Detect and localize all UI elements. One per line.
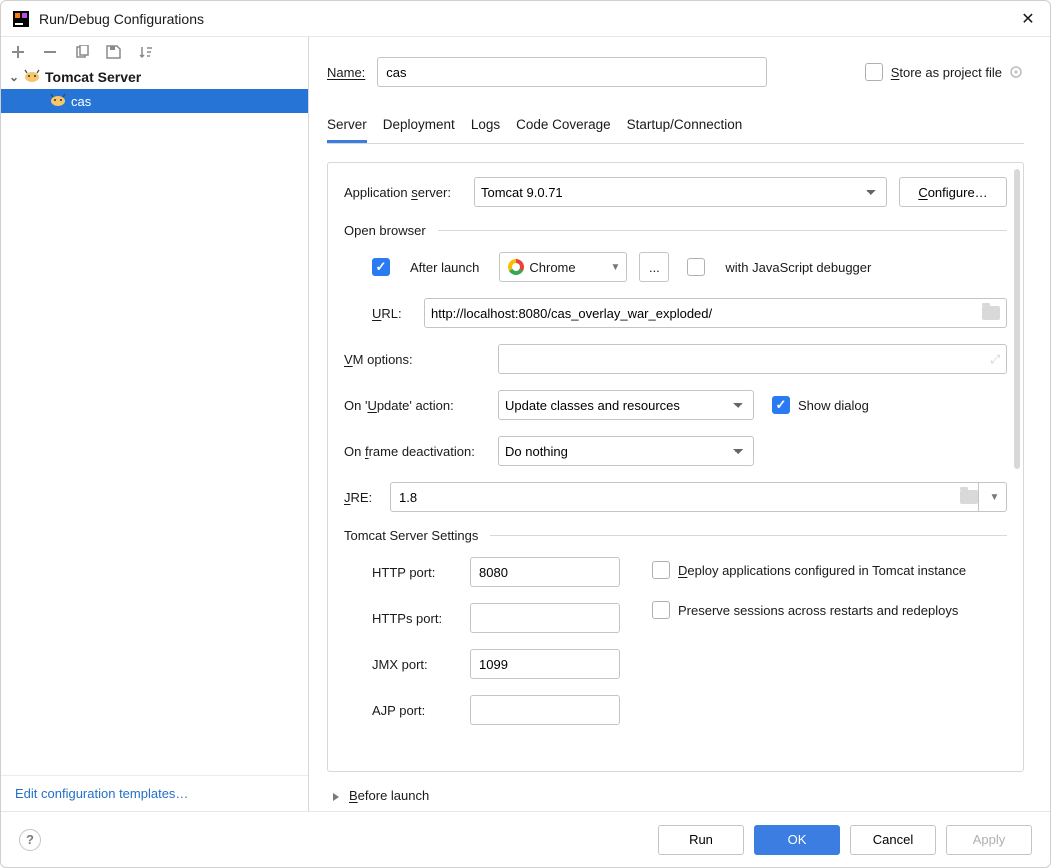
tab-code-coverage[interactable]: Code Coverage [516, 111, 611, 143]
ok-button[interactable]: OK [754, 825, 840, 855]
titlebar: Run/Debug Configurations ✕ [1, 1, 1050, 37]
config-tree[interactable]: ⌄ Tomcat Server cas [1, 63, 308, 775]
chrome-icon [508, 259, 524, 275]
url-input[interactable] [431, 300, 976, 326]
update-action-select[interactable]: Update classes and resources [498, 390, 754, 420]
preserve-sessions-label: Preserve sessions across restarts and re… [678, 603, 958, 618]
https-port-label: HTTPs port: [372, 611, 470, 626]
config-item-label: cas [71, 94, 91, 109]
scrollbar-thumb[interactable] [1014, 169, 1020, 469]
tomcat-icon [23, 69, 41, 86]
https-port-input[interactable] [470, 603, 620, 633]
frame-deactivation-label: On frame deactivation: [344, 444, 498, 459]
chevron-down-icon: ▼ [610, 262, 620, 273]
vm-options-input[interactable] [505, 346, 984, 372]
config-toolbar [1, 37, 308, 63]
preserve-sessions-checkbox[interactable] [652, 601, 670, 619]
ajp-port-label: AJP port: [372, 703, 470, 718]
configurations-pane: ⌄ Tomcat Server cas Edit configuration t… [1, 37, 309, 811]
divider [438, 230, 1007, 231]
config-item-cas[interactable]: cas [1, 89, 308, 113]
config-group-tomcat[interactable]: ⌄ Tomcat Server [1, 65, 308, 89]
left-footer: Edit configuration templates… [1, 775, 308, 811]
open-browser-title: Open browser [344, 223, 426, 238]
tab-logs[interactable]: Logs [471, 111, 500, 143]
name-label: Name: [327, 65, 365, 80]
vm-options-label: VM options: [344, 352, 498, 367]
show-dialog-label: Show dialog [798, 398, 869, 413]
body-split: ⌄ Tomcat Server cas Edit configuration t… [1, 37, 1050, 811]
js-debugger-checkbox[interactable] [687, 258, 705, 276]
deploy-apps-label: Deploy applications configured in Tomcat… [678, 563, 966, 578]
ide-app-icon [13, 11, 29, 27]
tomcat-settings-title: Tomcat Server Settings [344, 528, 478, 543]
browser-name: Chrome [529, 260, 575, 275]
tomcat-icon [49, 93, 67, 110]
browser-select[interactable]: Chrome ▼ [499, 252, 627, 282]
chevron-right-icon [331, 790, 343, 802]
jmx-port-input[interactable] [470, 649, 620, 679]
chevron-down-icon: ⌄ [9, 70, 23, 84]
config-group-label: Tomcat Server [45, 69, 141, 85]
config-name-input[interactable] [377, 57, 767, 87]
remove-config-icon[interactable] [41, 43, 59, 61]
folder-icon[interactable] [982, 306, 1000, 320]
frame-deactivation-select[interactable]: Do nothing [498, 436, 754, 466]
app-server-select[interactable]: Tomcat 9.0.71 [474, 177, 887, 207]
gear-icon[interactable] [1008, 64, 1024, 80]
config-tabs: Server Deployment Logs Code Coverage Sta… [327, 111, 1024, 144]
sort-config-icon[interactable] [137, 43, 155, 61]
dialog-title: Run/Debug Configurations [39, 11, 1018, 27]
cancel-button[interactable]: Cancel [850, 825, 936, 855]
http-port-input[interactable] [470, 557, 620, 587]
help-button[interactable]: ? [19, 829, 41, 851]
update-action-label: On 'Update' action: [344, 398, 498, 413]
close-icon[interactable]: ✕ [1018, 9, 1038, 29]
apply-button[interactable]: Apply [946, 825, 1032, 855]
before-launch-section[interactable]: Before launch [331, 788, 1044, 803]
configure-button[interactable]: Configure… [899, 177, 1007, 207]
save-config-icon[interactable] [105, 43, 123, 61]
store-as-project-label: SStore as project filetore as project fi… [891, 65, 1002, 80]
tab-server[interactable]: Server [327, 111, 367, 143]
deploy-apps-checkbox[interactable] [652, 561, 670, 579]
http-port-label: HTTP port: [372, 565, 470, 580]
store-as-project-checkbox[interactable] [865, 63, 883, 81]
jre-label: JRE: [344, 490, 390, 505]
after-launch-checkbox[interactable] [372, 258, 390, 276]
folder-icon[interactable] [960, 490, 978, 504]
expand-icon[interactable]: ⤢ [990, 352, 1000, 367]
run-button[interactable]: Run [658, 825, 744, 855]
after-launch-label: After launch [410, 260, 479, 275]
browser-more-button[interactable]: ... [639, 252, 669, 282]
jmx-port-label: JMX port: [372, 657, 470, 672]
js-debugger-label: with JavaScript debugger [725, 260, 871, 275]
edit-templates-link[interactable]: Edit configuration templates… [15, 786, 188, 801]
run-debug-config-dialog: Run/Debug Configurations ✕ ⌄ Tomcat Serv… [0, 0, 1051, 868]
server-tab-panel: Application server: Tomcat 9.0.71 Config… [327, 162, 1024, 772]
jre-input[interactable] [399, 484, 954, 510]
copy-config-icon[interactable] [73, 43, 91, 61]
app-server-label: Application server: [344, 185, 474, 200]
before-launch-label: Before launch [349, 788, 429, 803]
add-config-icon[interactable] [9, 43, 27, 61]
tab-startup-connection[interactable]: Startup/Connection [627, 111, 743, 143]
dialog-footer: ? Run OK Cancel Apply [1, 811, 1050, 867]
url-label: URL: [372, 306, 424, 321]
ajp-port-input[interactable] [470, 695, 620, 725]
tab-deployment[interactable]: Deployment [383, 111, 455, 143]
divider [490, 535, 1007, 536]
config-form: Name: SStore as project filetore as proj… [309, 37, 1050, 811]
show-dialog-checkbox[interactable] [772, 396, 790, 414]
jre-dropdown-button[interactable]: ▼ [978, 483, 1006, 511]
